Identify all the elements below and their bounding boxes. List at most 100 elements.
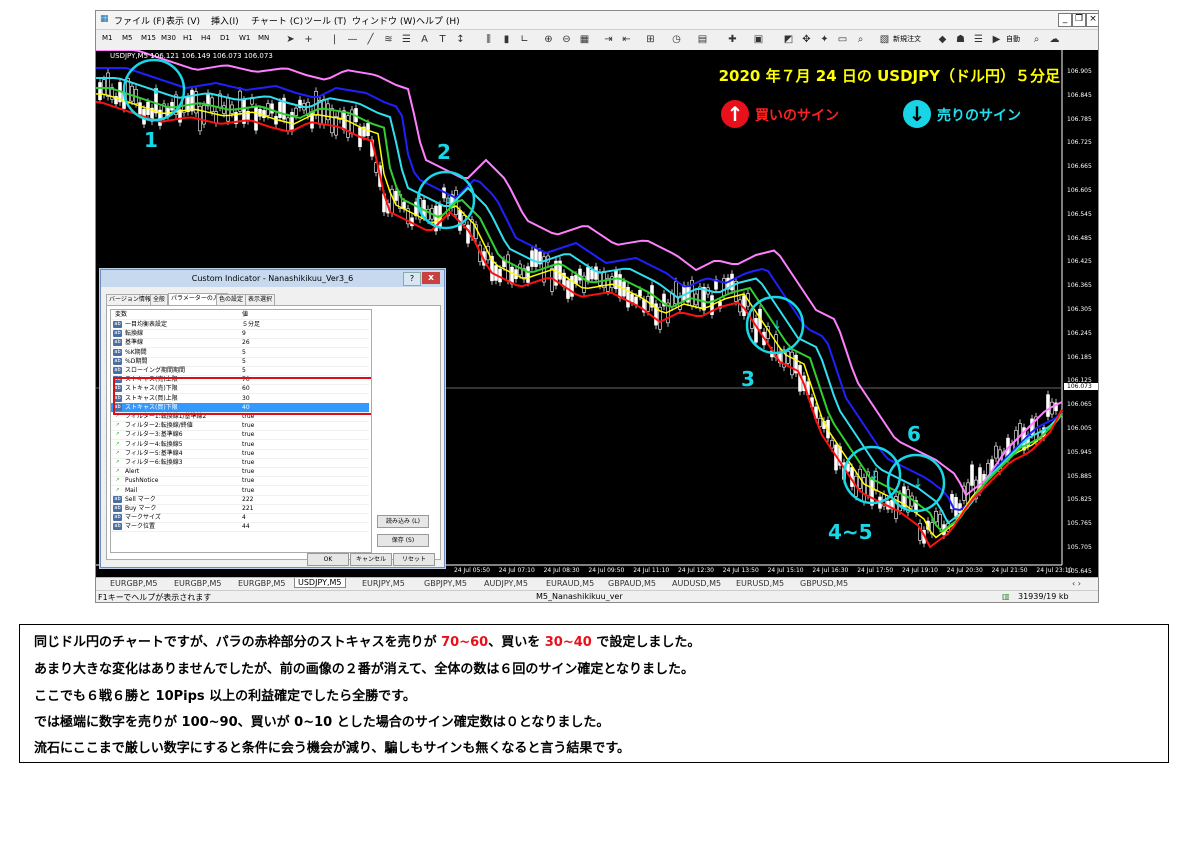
close-icon[interactable]: × xyxy=(1086,13,1098,27)
tab-gbpjpy[interactable]: GBPJPY,M5 xyxy=(424,579,467,588)
param-value[interactable]: true xyxy=(242,440,254,449)
editor-icon[interactable]: ◆ xyxy=(936,33,949,46)
indicators-icon[interactable]: ⊞ xyxy=(644,33,657,46)
tf-d1[interactable]: D1 xyxy=(220,34,230,42)
minimize-icon[interactable]: _ xyxy=(1058,13,1072,27)
param-value[interactable]: 222 xyxy=(242,495,253,504)
param-value[interactable]: true xyxy=(242,449,254,458)
tf-m15[interactable]: M15 xyxy=(141,34,156,42)
zoom-in-icon[interactable]: ⊕ xyxy=(542,33,555,46)
market-watch-icon[interactable]: ◩ xyxy=(782,33,795,46)
tab-eurusd[interactable]: EURUSD,M5 xyxy=(736,579,784,588)
param-value[interactable]: 221 xyxy=(242,504,253,513)
templates-icon[interactable]: ▤ xyxy=(696,33,709,46)
community-icon[interactable]: ☗ xyxy=(954,33,967,46)
crosshair-icon[interactable]: + xyxy=(302,33,315,46)
cursor-icon[interactable]: ➤ xyxy=(284,33,297,46)
tester-icon[interactable]: ⌕ xyxy=(854,33,867,46)
tab-audusd[interactable]: AUDUSD,M5 xyxy=(672,579,721,588)
tab-eurgbp-3[interactable]: EURGBP,M5 xyxy=(238,579,286,588)
param-value[interactable]: true xyxy=(242,486,254,495)
tab-eurgbp-2[interactable]: EURGBP,M5 xyxy=(174,579,222,588)
autotrade-icon[interactable]: ▶ xyxy=(990,33,1003,46)
param-value[interactable]: 26 xyxy=(242,338,250,347)
terminal-icon[interactable]: ▭ xyxy=(836,33,849,46)
restore-icon[interactable]: ❐ xyxy=(1072,13,1086,27)
cancel-button[interactable]: キャンセル xyxy=(350,553,392,566)
ok-button[interactable]: OK xyxy=(307,553,349,566)
data-window-icon[interactable]: ✦ xyxy=(818,33,831,46)
profiles-icon[interactable]: ▣ xyxy=(752,33,765,46)
vline-icon[interactable]: | xyxy=(328,33,341,46)
param-row[interactable]: ab マーク位置 44 xyxy=(111,522,369,533)
tab-eurgbp-1[interactable]: EURGBP,M5 xyxy=(110,579,158,588)
param-value[interactable]: ５分足 xyxy=(242,320,260,329)
menu-window[interactable]: ウィンドウ (W) xyxy=(352,14,416,27)
bar-chart-icon[interactable]: ⫼ xyxy=(482,33,495,46)
fibo-icon[interactable]: ☰ xyxy=(400,33,413,46)
dialog-close-button[interactable]: x xyxy=(422,272,440,284)
menu-help[interactable]: ヘルプ (H) xyxy=(416,14,460,27)
param-value[interactable]: true xyxy=(242,458,254,467)
navigator-icon[interactable]: ✥ xyxy=(800,33,813,46)
param-value[interactable]: true xyxy=(242,467,254,476)
shift-icon[interactable]: ⇤ xyxy=(620,33,633,46)
channel-icon[interactable]: ≋ xyxy=(382,33,395,46)
param-value[interactable]: 5 xyxy=(242,366,246,375)
reset-button[interactable]: リセット xyxy=(393,553,435,566)
tab-gbpusd[interactable]: GBPUSD,M5 xyxy=(800,579,848,588)
tf-w1[interactable]: W1 xyxy=(239,34,250,42)
menu-file[interactable]: ファイル (F) xyxy=(114,14,165,27)
tab-colors[interactable]: 色の設定 xyxy=(216,294,247,305)
tab-usdjpy[interactable]: USDJPY,M5 xyxy=(294,578,346,588)
param-value[interactable]: 4 xyxy=(242,513,246,522)
menu-insert[interactable]: 挿入(I) xyxy=(211,14,239,27)
param-value[interactable]: true xyxy=(242,430,254,439)
tab-general[interactable]: 全般 xyxy=(150,294,169,305)
menu-tools[interactable]: ツール (T) xyxy=(304,14,346,27)
tab-eurjpy[interactable]: EURJPY,M5 xyxy=(362,579,405,588)
param-value[interactable]: 5 xyxy=(242,348,246,357)
tf-h4[interactable]: H4 xyxy=(201,34,211,42)
trendline-icon[interactable]: ╱ xyxy=(364,33,377,46)
param-value[interactable]: true xyxy=(242,421,254,430)
save-button[interactable]: 保存 (S) xyxy=(377,534,429,547)
periods-icon[interactable]: ◷ xyxy=(670,33,683,46)
tabs-scroll-icon[interactable]: ‹ › xyxy=(1072,579,1081,588)
menu-chart[interactable]: チャート (C) xyxy=(251,14,303,27)
search-icon[interactable]: ⌕ xyxy=(1030,33,1043,46)
candle-body xyxy=(166,106,170,117)
text-icon[interactable]: A xyxy=(418,33,431,46)
tf-m1[interactable]: M1 xyxy=(102,34,113,42)
param-value[interactable]: 9 xyxy=(242,329,246,338)
param-value[interactable]: 5 xyxy=(242,357,246,366)
candle-icon[interactable]: ▮ xyxy=(500,33,513,46)
param-value[interactable]: 44 xyxy=(242,522,250,531)
tf-m30[interactable]: M30 xyxy=(161,34,176,42)
arrows-icon[interactable]: ↕ xyxy=(454,33,467,46)
param-value[interactable]: true xyxy=(242,476,254,485)
tab-version[interactable]: バージョン情報 xyxy=(106,294,154,305)
new-chart-icon[interactable]: ✚ xyxy=(726,33,739,46)
new-order-icon[interactable]: ▧ xyxy=(878,33,891,46)
tab-audjpy[interactable]: AUDJPY,M5 xyxy=(484,579,528,588)
tf-m5[interactable]: M5 xyxy=(122,34,133,42)
tab-euraud[interactable]: EURAUD,M5 xyxy=(546,579,594,588)
help-button[interactable]: ? xyxy=(403,272,421,286)
tab-gbpaud[interactable]: GBPAUD,M5 xyxy=(608,579,656,588)
line-chart-icon[interactable]: ∟ xyxy=(518,33,531,46)
hline-icon[interactable]: — xyxy=(346,33,359,46)
tf-h1[interactable]: H1 xyxy=(183,34,193,42)
autotrade-button[interactable]: 自動 xyxy=(1006,34,1020,44)
tf-mn[interactable]: MN xyxy=(258,34,269,42)
zoom-out-icon[interactable]: ⊖ xyxy=(560,33,573,46)
load-button[interactable]: 読み込み (L) xyxy=(377,515,429,528)
signals-icon[interactable]: ☰ xyxy=(972,33,985,46)
chat-icon[interactable]: ☁ xyxy=(1048,33,1061,46)
label-icon[interactable]: T xyxy=(436,33,449,46)
tab-visualization[interactable]: 表示選択 xyxy=(245,294,276,305)
autoscroll-icon[interactable]: ⇥ xyxy=(602,33,615,46)
menu-view[interactable]: 表示 (V) xyxy=(166,14,200,27)
tile-icon[interactable]: ▦ xyxy=(578,33,591,46)
new-order-button[interactable]: 新規注文 xyxy=(893,34,921,44)
